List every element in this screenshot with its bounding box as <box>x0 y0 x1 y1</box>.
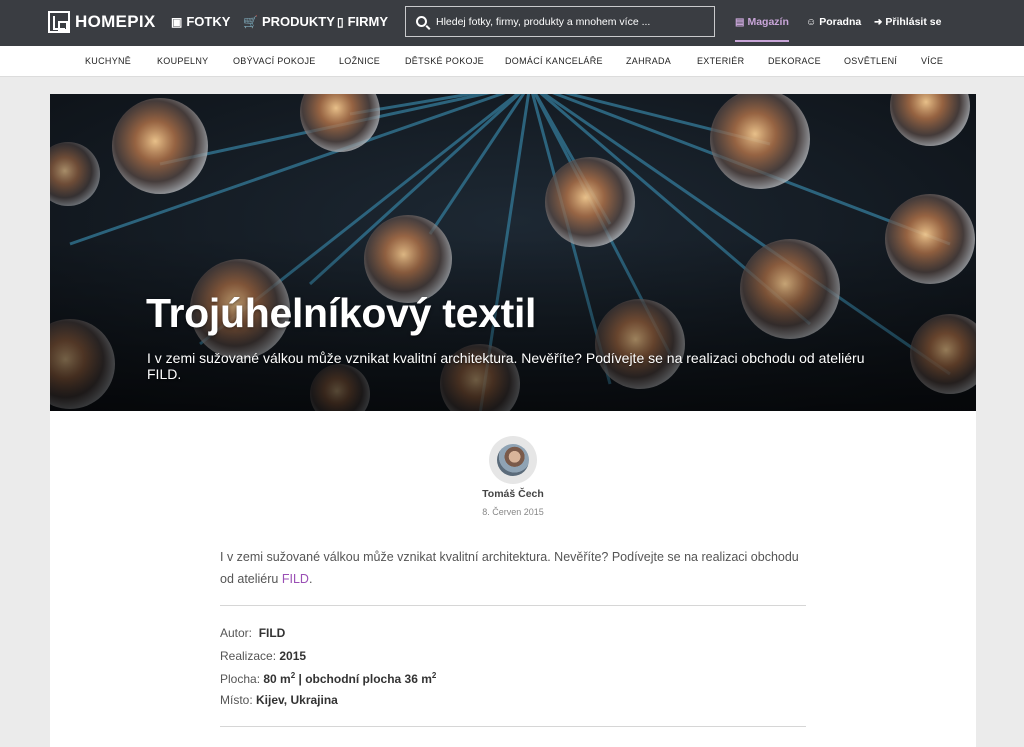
intro-end: . <box>308 572 313 586</box>
category-exterier[interactable]: EXTERIÉR <box>697 56 744 66</box>
nav-poradna-label: Poradna <box>819 16 862 28</box>
meta-plocha-obchodni: | obchodní plocha 36 m <box>295 672 432 686</box>
category-loznice[interactable]: LOŽNICE <box>339 56 380 66</box>
meta-realizace-label: Realizace: <box>220 649 277 663</box>
login-icon: ➜ <box>874 16 883 28</box>
nav-magazin-label: Magazín <box>747 16 789 28</box>
search-input[interactable] <box>436 15 706 28</box>
homepix-logo[interactable]: HOMEPIX <box>48 10 156 34</box>
meta-autor-value: FILD <box>258 626 286 640</box>
article-card: Trojúhelníkový textil I v zemi sužované … <box>50 94 976 747</box>
nav-poradna[interactable]: ☺ Poradna <box>806 16 861 28</box>
top-bar: HOMEPIX ▣ FOTKY 🛒 PRODUKTY ▯ FIRMY ▤ Mag… <box>0 0 1024 46</box>
meta-plocha: Plocha: 80 m2 | obchodní plocha 36 m2 <box>220 671 436 686</box>
nav-fotky[interactable]: ▣ FOTKY <box>171 14 230 29</box>
category-domaci-kancelare[interactable]: DOMÁCÍ KANCELÁŘE <box>505 56 603 66</box>
nav-produkty-label: PRODUKTY <box>261 14 335 29</box>
logo-text: HOMEPIX <box>75 12 156 31</box>
article-intro: I v zemi sužované válkou může vznikat kv… <box>220 546 810 590</box>
category-detske-pokoje[interactable]: DĚTSKÉ POKOJE <box>405 56 484 66</box>
smiley-icon: ☺ <box>806 16 817 28</box>
magazine-icon: ▤ <box>735 16 745 28</box>
cart-icon: 🛒 <box>243 14 258 29</box>
divider <box>220 726 806 727</box>
author-avatar[interactable] <box>489 436 537 484</box>
nav-fotky-label: FOTKY <box>186 14 231 29</box>
category-obyvaci-pokoje[interactable]: OBÝVACÍ POKOJE <box>233 56 316 66</box>
article-title: Trojúhelníkový textil <box>146 290 537 336</box>
meta-misto-label: Místo: <box>220 693 253 707</box>
nav-firmy-label: FIRMY <box>347 14 389 29</box>
meta-autor: Autor: FILD <box>220 626 285 640</box>
meta-plocha-label: Plocha: <box>220 672 261 686</box>
active-indicator <box>735 40 789 42</box>
category-zahrada[interactable]: ZAHRADA <box>626 56 671 66</box>
nav-produkty[interactable]: 🛒 PRODUKTY <box>243 14 335 29</box>
category-koupelny[interactable]: KOUPELNY <box>157 56 208 66</box>
meta-misto-value: Kijev, Ukrajina <box>256 693 338 707</box>
phone-icon: ▯ <box>337 14 344 29</box>
publish-date: 8. Červen 2015 <box>482 507 544 517</box>
author-name[interactable]: Tomáš Čech <box>430 488 596 500</box>
category-dekorace[interactable]: DEKORACE <box>768 56 821 66</box>
category-vice[interactable]: VÍCE <box>921 56 943 66</box>
meta-realizace-value: 2015 <box>279 649 307 663</box>
meta-misto: Místo: Kijev, Ukrajina <box>220 693 338 707</box>
hero-image: Trojúhelníkový textil I v zemi sužované … <box>50 94 976 411</box>
search-icon[interactable] <box>416 16 427 27</box>
meta-realizace: Realizace: 2015 <box>220 649 306 663</box>
search-box <box>405 6 715 37</box>
intro-link-fild[interactable]: FILD <box>282 572 309 586</box>
category-bar: KUCHYNĚ KOUPELNY OBÝVACÍ POKOJE LOŽNICE … <box>0 46 1024 77</box>
nav-prihlasit[interactable]: ➜ Přihlásit se <box>874 16 941 28</box>
nav-magazin[interactable]: ▤ Magazín <box>735 16 789 42</box>
avatar-photo <box>497 444 529 476</box>
meta-plocha-value: 80 m <box>263 672 291 686</box>
divider <box>220 605 806 606</box>
article-subtitle: I v zemi sužované válkou může vznikat kv… <box>147 350 865 382</box>
category-osvetleni[interactable]: OSVĚTLENÍ <box>844 56 897 66</box>
nav-prihlasit-label: Přihlásit se <box>885 16 942 28</box>
category-kuchyne[interactable]: KUCHYNĚ <box>85 56 131 66</box>
logo-icon <box>48 11 70 33</box>
meta-autor-label: Autor: <box>220 626 253 640</box>
nav-firmy[interactable]: ▯ FIRMY <box>337 14 388 29</box>
meta-plocha-sup2: 2 <box>431 671 437 680</box>
image-icon: ▣ <box>171 14 183 29</box>
